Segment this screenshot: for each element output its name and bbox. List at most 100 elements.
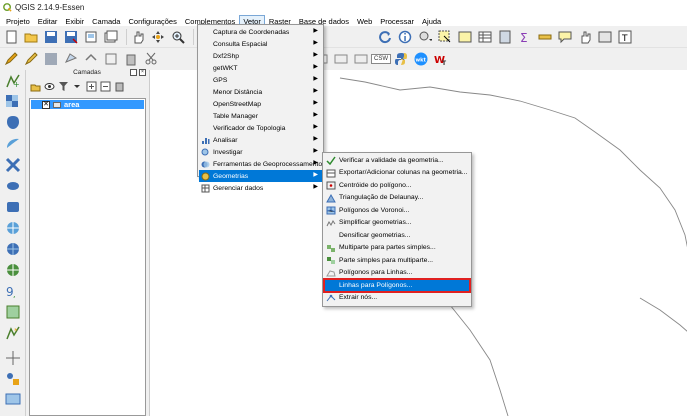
menu-item-voronoi[interactable]: Polígonos de Voronoi... <box>324 204 470 217</box>
attribute-table-icon[interactable] <box>477 29 493 45</box>
cut-features-icon[interactable] <box>143 51 159 67</box>
menu-web[interactable]: Web <box>353 15 376 26</box>
menu-camada[interactable]: Camada <box>88 15 124 26</box>
pan-icon[interactable] <box>130 29 146 45</box>
add-crosshair-icon[interactable] <box>5 350 21 366</box>
add-wms-layer-icon[interactable] <box>5 220 21 236</box>
float-panel-icon[interactable] <box>130 69 137 76</box>
menu-item-delaunay[interactable]: Triangulação de Delaunay... <box>324 192 470 205</box>
csw-button[interactable]: CSW <box>371 51 391 67</box>
add-mesh-layer-icon[interactable] <box>5 392 21 408</box>
calculator-icon[interactable] <box>497 29 513 45</box>
menu-item-multiparte-simples[interactable]: Multiparte para partes simples... <box>324 242 470 255</box>
filter-dropdown-icon[interactable] <box>72 81 83 92</box>
menu-item-gps[interactable]: GPS ▶ <box>199 74 322 86</box>
add-postgis-layer-icon[interactable] <box>5 115 21 131</box>
menu-item-captura-coordenadas[interactable]: Captura de Coordenadas ▶ <box>199 26 322 38</box>
composer-manager-icon[interactable] <box>103 29 119 45</box>
add-db2-layer-icon[interactable] <box>5 199 21 215</box>
move-feature-icon[interactable] <box>83 51 99 67</box>
menu-processar[interactable]: Processar <box>376 15 418 26</box>
menu-item-gerenciar-dados[interactable]: Gerenciar dados ▶ <box>199 182 322 194</box>
add-virtual-layer-icon[interactable] <box>5 304 21 320</box>
add-wcs-layer-icon[interactable] <box>5 241 21 257</box>
polygon-layer-icon <box>53 101 61 108</box>
add-oracle-layer-icon[interactable] <box>5 178 21 194</box>
menu-item-simples-multiparte[interactable]: Parte simples para multiparte... <box>324 254 470 267</box>
menu-item-linhas-poligonos[interactable]: Linhas para Polígonos... <box>323 278 471 293</box>
label-rotate-icon[interactable] <box>353 51 369 67</box>
menu-item-poligonos-linhas[interactable]: Polígonos para Linhas... <box>324 267 470 280</box>
pan-to-selection-icon[interactable] <box>150 29 166 45</box>
collapse-all-icon[interactable] <box>100 81 111 92</box>
toggle-editing-icon[interactable] <box>23 51 39 67</box>
menu-item-densificar[interactable]: Densificar geometrias... <box>324 229 470 242</box>
menu-editar[interactable]: Editar <box>34 15 62 26</box>
refresh-icon[interactable] <box>377 29 393 45</box>
menu-item-consulta-espacial[interactable]: Consulta Espacial ▶ <box>199 38 322 50</box>
deselect-icon[interactable] <box>457 29 473 45</box>
menu-item-verificar-validade[interactable]: Verificar a validade da geometria... <box>324 154 470 167</box>
menu-item-extrair-nos[interactable]: Extrair nós... <box>324 292 470 305</box>
new-bookmark-icon[interactable] <box>597 29 613 45</box>
text-annotation-icon[interactable]: T <box>617 29 633 45</box>
remove-layer-icon[interactable] <box>114 81 125 92</box>
annotation-icon[interactable] <box>557 29 573 45</box>
add-spatialite-layer-icon[interactable] <box>5 136 21 152</box>
add-vector-layer-icon[interactable]: + <box>5 73 21 89</box>
menu-configuracoes[interactable]: Configurações <box>124 15 180 26</box>
filter-legend-icon[interactable] <box>58 81 69 92</box>
menu-item-verificador-topologia[interactable]: Verificador de Topologia ▶ <box>199 122 322 134</box>
measure-icon[interactable] <box>537 29 553 45</box>
label-pin-icon[interactable] <box>333 51 349 67</box>
add-delimited-text-icon[interactable]: 9, <box>5 283 21 299</box>
menu-item-table-manager[interactable]: Table Manager ▶ <box>199 110 322 122</box>
menu-item-openstreetmap[interactable]: OpenStreetMap ▶ <box>199 98 322 110</box>
add-mssql-layer-icon[interactable] <box>5 157 21 173</box>
map-tips-icon[interactable] <box>577 29 593 45</box>
layers-tree[interactable]: ✕ area <box>29 98 146 416</box>
add-feature-icon[interactable] <box>63 51 79 67</box>
statistics-sum-icon[interactable]: Σ <box>517 29 533 45</box>
menu-ajuda[interactable]: Ajuda <box>418 15 445 26</box>
add-wfs-layer-icon[interactable] <box>5 262 21 278</box>
get-wkt-icon[interactable]: WT <box>433 51 449 67</box>
delete-selected-icon[interactable] <box>123 51 139 67</box>
layer-visibility-checkbox[interactable]: ✕ <box>42 100 50 109</box>
menu-projeto[interactable]: Projeto <box>2 15 34 26</box>
new-shapefile-layer-icon[interactable]: * <box>5 325 21 341</box>
save-as-icon[interactable] <box>63 29 79 45</box>
add-group-icon[interactable] <box>30 81 41 92</box>
identify-icon[interactable] <box>397 29 413 45</box>
menu-exibir[interactable]: Exibir <box>61 15 88 26</box>
save-project-icon[interactable] <box>43 29 59 45</box>
menu-item-simplificar[interactable]: Simplificar geometrias... <box>324 217 470 230</box>
select-features-icon[interactable] <box>437 29 453 45</box>
node-tool-icon[interactable] <box>103 51 119 67</box>
layer-item-area[interactable]: ✕ area <box>31 100 144 109</box>
menu-item-exportar-colunas[interactable]: Exportar/Adicionar colunas na geometria.… <box>324 167 470 180</box>
menu-item-investigar[interactable]: Investigar ▶ <box>199 146 322 158</box>
menu-item-label: Investigar <box>213 148 243 156</box>
close-panel-icon[interactable]: × <box>139 69 146 76</box>
add-raster-layer-icon[interactable] <box>5 94 21 110</box>
menu-item-analisar[interactable]: Analisar ▶ <box>199 134 322 146</box>
current-edits-icon[interactable] <box>3 51 19 67</box>
menu-item-dxf2shp[interactable]: Dxf2Shp ▶ <box>199 50 322 62</box>
menu-item-getwkt[interactable]: getWKT ▶ <box>199 62 322 74</box>
manage-visibility-icon[interactable] <box>44 81 55 92</box>
add-gps-layer-icon[interactable] <box>5 371 21 387</box>
new-project-icon[interactable] <box>3 29 19 45</box>
wkt-icon[interactable]: wkt <box>413 51 429 67</box>
menu-item-centroide[interactable]: Centróide do polígono... <box>324 179 470 192</box>
expand-all-icon[interactable] <box>86 81 97 92</box>
info-dropdown-icon[interactable] <box>417 29 433 45</box>
print-composer-icon[interactable] <box>83 29 99 45</box>
menu-item-menor-distancia[interactable]: Menor Distância ▶ <box>199 86 322 98</box>
menu-item-ferramentas-geoprocessamento[interactable]: Ferramentas de Geoprocessamento ▶ <box>199 158 322 170</box>
save-edits-icon[interactable] <box>43 51 59 67</box>
python-console-icon[interactable] <box>393 51 409 67</box>
open-project-icon[interactable] <box>23 29 39 45</box>
menu-item-geometrias[interactable]: Geometrias ▶ <box>199 170 322 182</box>
zoom-in-icon[interactable] <box>170 29 186 45</box>
